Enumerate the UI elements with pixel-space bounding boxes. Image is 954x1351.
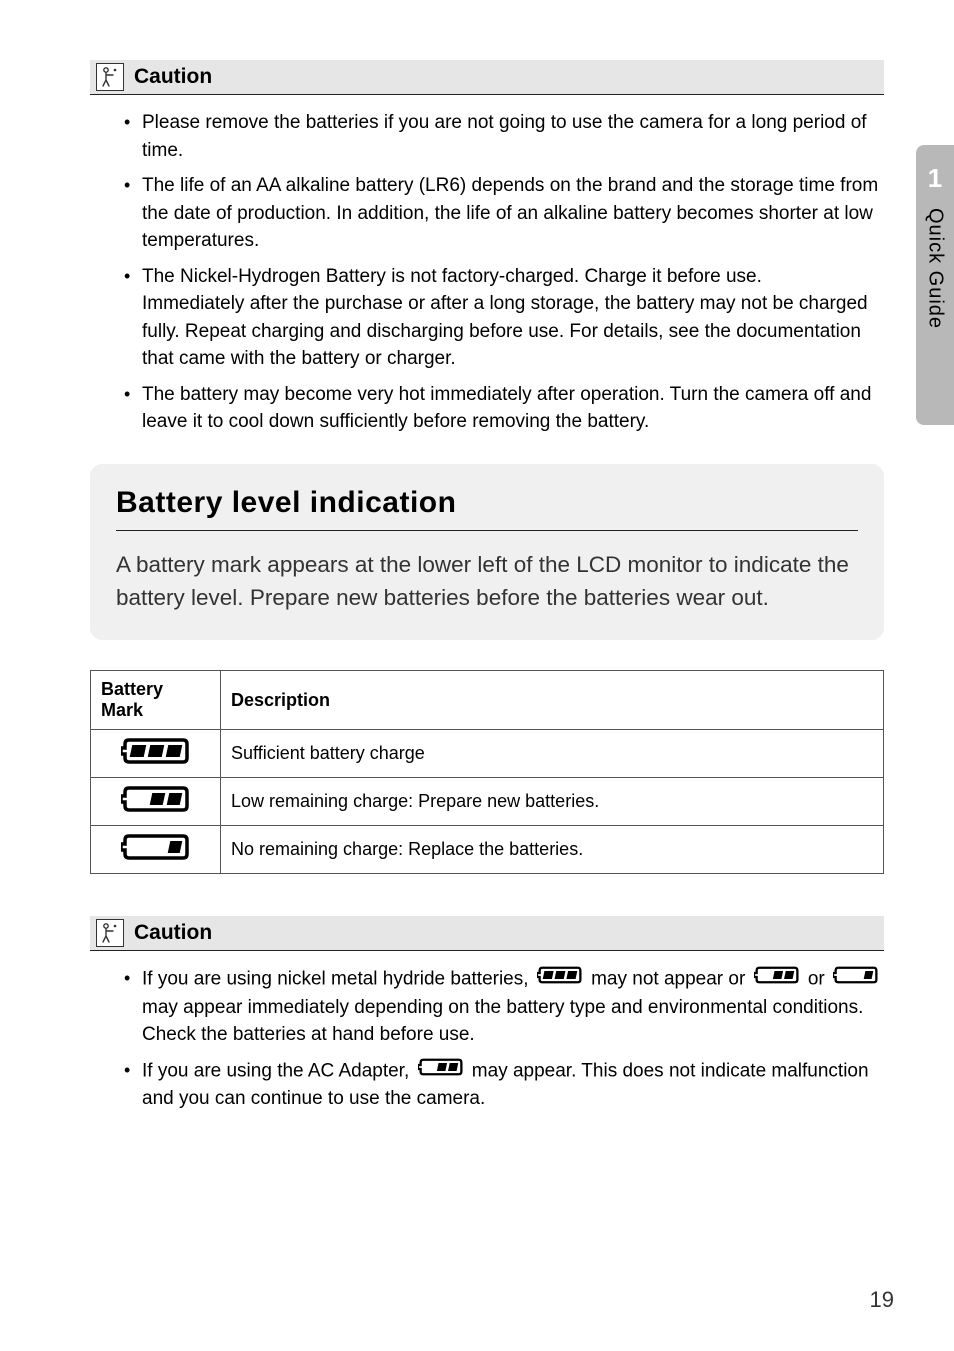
chapter-title: Quick Guide — [924, 208, 947, 329]
text-fragment: or — [808, 969, 830, 990]
table-header-desc: Description — [221, 671, 884, 730]
caution-icon — [96, 63, 124, 91]
section-heading: Battery level indication — [116, 486, 858, 531]
table-cell-desc: Sufficient battery charge — [221, 730, 884, 778]
text-fragment: may appear immediately depending on the … — [142, 997, 863, 1046]
caution-list-2: If you are using nickel metal hydride ba… — [90, 965, 884, 1113]
table-row: No remaining charge: Replace the batteri… — [91, 826, 884, 874]
section-box: Battery level indication A battery mark … — [90, 464, 884, 640]
caution-header-1: Caution — [90, 60, 884, 95]
text-fragment: may not appear or — [591, 969, 750, 990]
chapter-number: 1 — [928, 163, 942, 194]
caution-item: The battery may become very hot immediat… — [124, 381, 884, 436]
caution-item: The life of an AA alkaline battery (LR6)… — [124, 172, 884, 255]
caution-list-1: Please remove the batteries if you are n… — [90, 109, 884, 436]
caution-item: Please remove the batteries if you are n… — [124, 109, 884, 164]
battery-low-icon — [91, 778, 221, 826]
battery-table: Battery Mark Description Sufficient batt… — [90, 670, 884, 874]
section-body: A battery mark appears at the lower left… — [116, 549, 858, 614]
page-number: 19 — [870, 1287, 894, 1313]
table-header-row: Battery Mark Description — [91, 671, 884, 730]
caution-item: If you are using nickel metal hydride ba… — [124, 965, 884, 1049]
table-cell-desc: Low remaining charge: Prepare new batter… — [221, 778, 884, 826]
table-row: Sufficient battery charge — [91, 730, 884, 778]
battery-low-icon — [418, 1057, 464, 1086]
text-fragment: If you are using the AC Adapter, — [142, 1060, 415, 1081]
table-cell-desc: No remaining charge: Replace the batteri… — [221, 826, 884, 874]
text-fragment: If you are using nickel metal hydride ba… — [142, 969, 534, 990]
battery-empty-icon — [91, 826, 221, 874]
caution-icon — [96, 919, 124, 947]
table-header-mark: Battery Mark — [91, 671, 221, 730]
battery-full-icon — [91, 730, 221, 778]
caution-item: If you are using the AC Adapter, may app… — [124, 1057, 884, 1113]
caution-title-1: Caution — [134, 65, 212, 89]
caution-item: The Nickel-Hydrogen Battery is not facto… — [124, 263, 884, 373]
battery-full-icon — [537, 965, 583, 994]
table-row: Low remaining charge: Prepare new batter… — [91, 778, 884, 826]
battery-low-icon — [754, 965, 800, 994]
caution-header-2: Caution — [90, 916, 884, 951]
caution-title-2: Caution — [134, 921, 212, 945]
chapter-side-tab: 1 Quick Guide — [916, 145, 954, 425]
battery-empty-icon — [833, 965, 879, 994]
